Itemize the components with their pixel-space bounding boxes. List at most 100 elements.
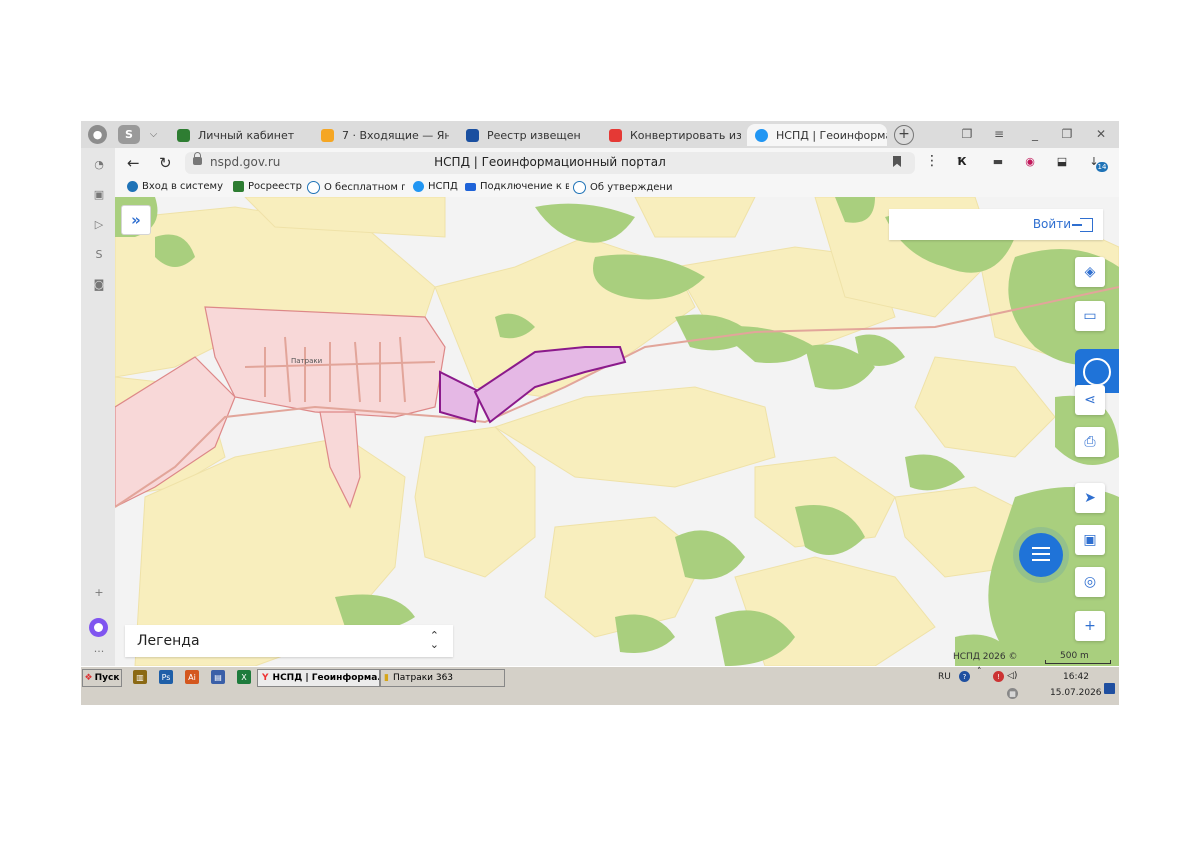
tab-label: 7 · Входящие — Яндекс	[342, 128, 449, 142]
minimize-button[interactable]: _	[1025, 125, 1045, 144]
zoom-in-icon: +	[1084, 618, 1096, 634]
locate-button[interactable]: ➤	[1075, 483, 1105, 513]
books-icon[interactable]: ▥	[133, 670, 147, 684]
extension-k-icon[interactable]: Ҟ	[953, 152, 971, 170]
close-window-button[interactable]: ✕	[1091, 125, 1111, 144]
add-icon[interactable]: +	[91, 584, 107, 600]
tray-expand-icon[interactable]: ˄	[977, 667, 982, 677]
desktop-screenshot: ● S ⌵ Личный кабинет 7 · Входящие — Янде…	[81, 121, 1119, 705]
tab-4[interactable]: НСПД | Геоинформа ✕	[747, 124, 887, 146]
restore-button[interactable]: ❐	[1057, 125, 1077, 144]
bookmark-5[interactable]: Об утверждении	[573, 181, 673, 194]
map-canvas[interactable]	[115, 197, 1119, 666]
illustrator-icon[interactable]: Ai	[185, 670, 199, 684]
bookmark-favicon	[127, 181, 138, 192]
mail-icon	[321, 128, 334, 142]
bookmark-label: Вход в систему ::	[142, 181, 227, 192]
browser-window: ← ↻ nspd.gov.ru НСПД | Геоинформационный…	[115, 148, 1119, 666]
screen-button[interactable]: ▣	[1075, 525, 1105, 555]
tab-3[interactable]: Конвертировать из PDF	[609, 124, 741, 146]
reload-icon[interactable]: ↻	[159, 154, 172, 172]
login-icon	[1072, 218, 1093, 232]
new-tab-button[interactable]: +	[894, 125, 914, 145]
search-location-icon: ◎	[1083, 574, 1097, 590]
taskbar: ❖ Пуск ▥ Ps Ai ▤ X Y НСПД | Геоинформа..…	[81, 666, 1119, 705]
tab-favicon	[755, 128, 768, 142]
screenshot-icon[interactable]: ◙	[91, 276, 107, 292]
map-view[interactable]: Патраки » Войти ◈ ▭ ⋖ ⎙ ➤ ▣ ◎ + Легенда …	[115, 197, 1119, 666]
task-label: Патраки 363	[392, 673, 454, 683]
volume-icon[interactable]: ◁)	[1007, 671, 1017, 681]
bookmark-favicon	[413, 181, 424, 192]
windows-logo-icon: ❖	[84, 673, 93, 683]
tab-label: НСПД | Геоинформа	[776, 128, 887, 142]
s-icon[interactable]: S	[91, 246, 107, 262]
legend-panel[interactable]: Легенда ⌃ ⌄	[125, 625, 453, 657]
bookmark-4[interactable]: Подключение к в	[465, 181, 569, 192]
ruler-icon: ▭	[1083, 308, 1097, 324]
address-bar: ← ↻ nspd.gov.ru НСПД | Геоинформационный…	[115, 148, 1119, 178]
bookmark-0[interactable]: Вход в систему ::	[127, 181, 227, 192]
help-icon[interactable]: ?	[959, 671, 970, 682]
extension-badge: 14	[1096, 162, 1108, 172]
extension-target-icon[interactable]: ◉	[1021, 152, 1039, 170]
village-label: Патраки	[291, 357, 323, 365]
bookmark-label: Росреестр	[248, 181, 302, 192]
tab-label: Конвертировать из PDF	[630, 128, 741, 142]
language-indicator[interactable]: RU	[938, 672, 951, 682]
chevron-down-icon[interactable]: ⌵	[144, 125, 163, 144]
expand-panel-button[interactable]: »	[121, 205, 151, 235]
ruler-button[interactable]: ▭	[1075, 301, 1105, 331]
folder-icon: ▮	[384, 673, 389, 683]
bookmark-label: О бесплатном пр	[324, 182, 405, 193]
network-icon[interactable]: !	[993, 671, 1004, 682]
menu-icon[interactable]: ≡	[989, 125, 1009, 144]
photoshop-icon[interactable]: Ps	[159, 670, 173, 684]
bookmark-favicon	[573, 181, 586, 194]
layers-icon: ◈	[1084, 264, 1096, 280]
share-button[interactable]: ⋖	[1075, 385, 1105, 415]
task-label: НСПД | Геоинформа...	[272, 673, 381, 683]
sidebar-rail: ◔ ▣ ▷ S ◙ + ···	[81, 148, 115, 666]
collections-icon[interactable]: ▣	[91, 186, 107, 202]
bookmark-3[interactable]: НСПД	[413, 181, 461, 192]
task-browser[interactable]: Y НСПД | Геоинформа...	[257, 669, 381, 687]
login-bar[interactable]: Войти	[889, 209, 1103, 240]
extension-shirt-icon[interactable]: ⬓	[1053, 152, 1071, 170]
tab-1[interactable]: 7 · Входящие — Яндекс	[321, 124, 449, 146]
task-folder[interactable]: ▮ Патраки 363	[379, 669, 505, 687]
login-label: Войти	[1032, 217, 1071, 231]
start-button[interactable]: ❖ Пуск	[82, 669, 122, 687]
desktop-icon[interactable]	[1104, 683, 1115, 694]
sort-arrows-icon: ⌃ ⌄	[429, 629, 439, 651]
chat-button[interactable]	[1019, 533, 1063, 577]
tab-2[interactable]: Реестр извещений	[466, 124, 581, 146]
excel-icon[interactable]: X	[237, 670, 251, 684]
tab-0[interactable]: Личный кабинет	[177, 124, 297, 146]
tab-favicon	[609, 128, 622, 142]
layers-button[interactable]: ◈	[1075, 257, 1105, 287]
video-icon[interactable]: ▷	[91, 216, 107, 232]
scale-bar	[1045, 660, 1111, 664]
bookmark-2[interactable]: О бесплатном пр	[307, 181, 405, 194]
clock-time: 16:42	[1063, 672, 1089, 682]
zoom-in-button[interactable]: +	[1075, 611, 1105, 641]
print-button[interactable]: ⎙	[1075, 427, 1105, 457]
bookmark-favicon	[233, 181, 244, 192]
profile-icon[interactable]: ●	[88, 125, 107, 144]
back-icon[interactable]: ←	[127, 154, 140, 172]
history-icon[interactable]: ◔	[91, 156, 107, 172]
keyboard-icon[interactable]: ▦	[1007, 688, 1018, 699]
url-field[interactable]: nspd.gov.ru НСПД | Геоинформационный пор…	[185, 152, 915, 174]
extension-hat-icon[interactable]: ▬	[989, 152, 1007, 170]
copyright-text: НСПД 2026 ©	[953, 652, 1018, 662]
more-icon[interactable]: ···	[91, 643, 107, 659]
alice-assistant-icon[interactable]	[89, 618, 108, 637]
floppy-icon[interactable]: ▤	[211, 670, 225, 684]
search-location-button[interactable]: ◎	[1075, 567, 1105, 597]
bookmark-1[interactable]: Росреестр	[233, 181, 303, 192]
tab-bar: ● S ⌵ Личный кабинет 7 · Входящие — Янде…	[81, 121, 1119, 148]
more-vert-icon[interactable]: ⋮	[925, 153, 939, 169]
yandex-button[interactable]: S	[118, 125, 140, 144]
tabs-panel-icon[interactable]: ❐	[957, 125, 977, 144]
